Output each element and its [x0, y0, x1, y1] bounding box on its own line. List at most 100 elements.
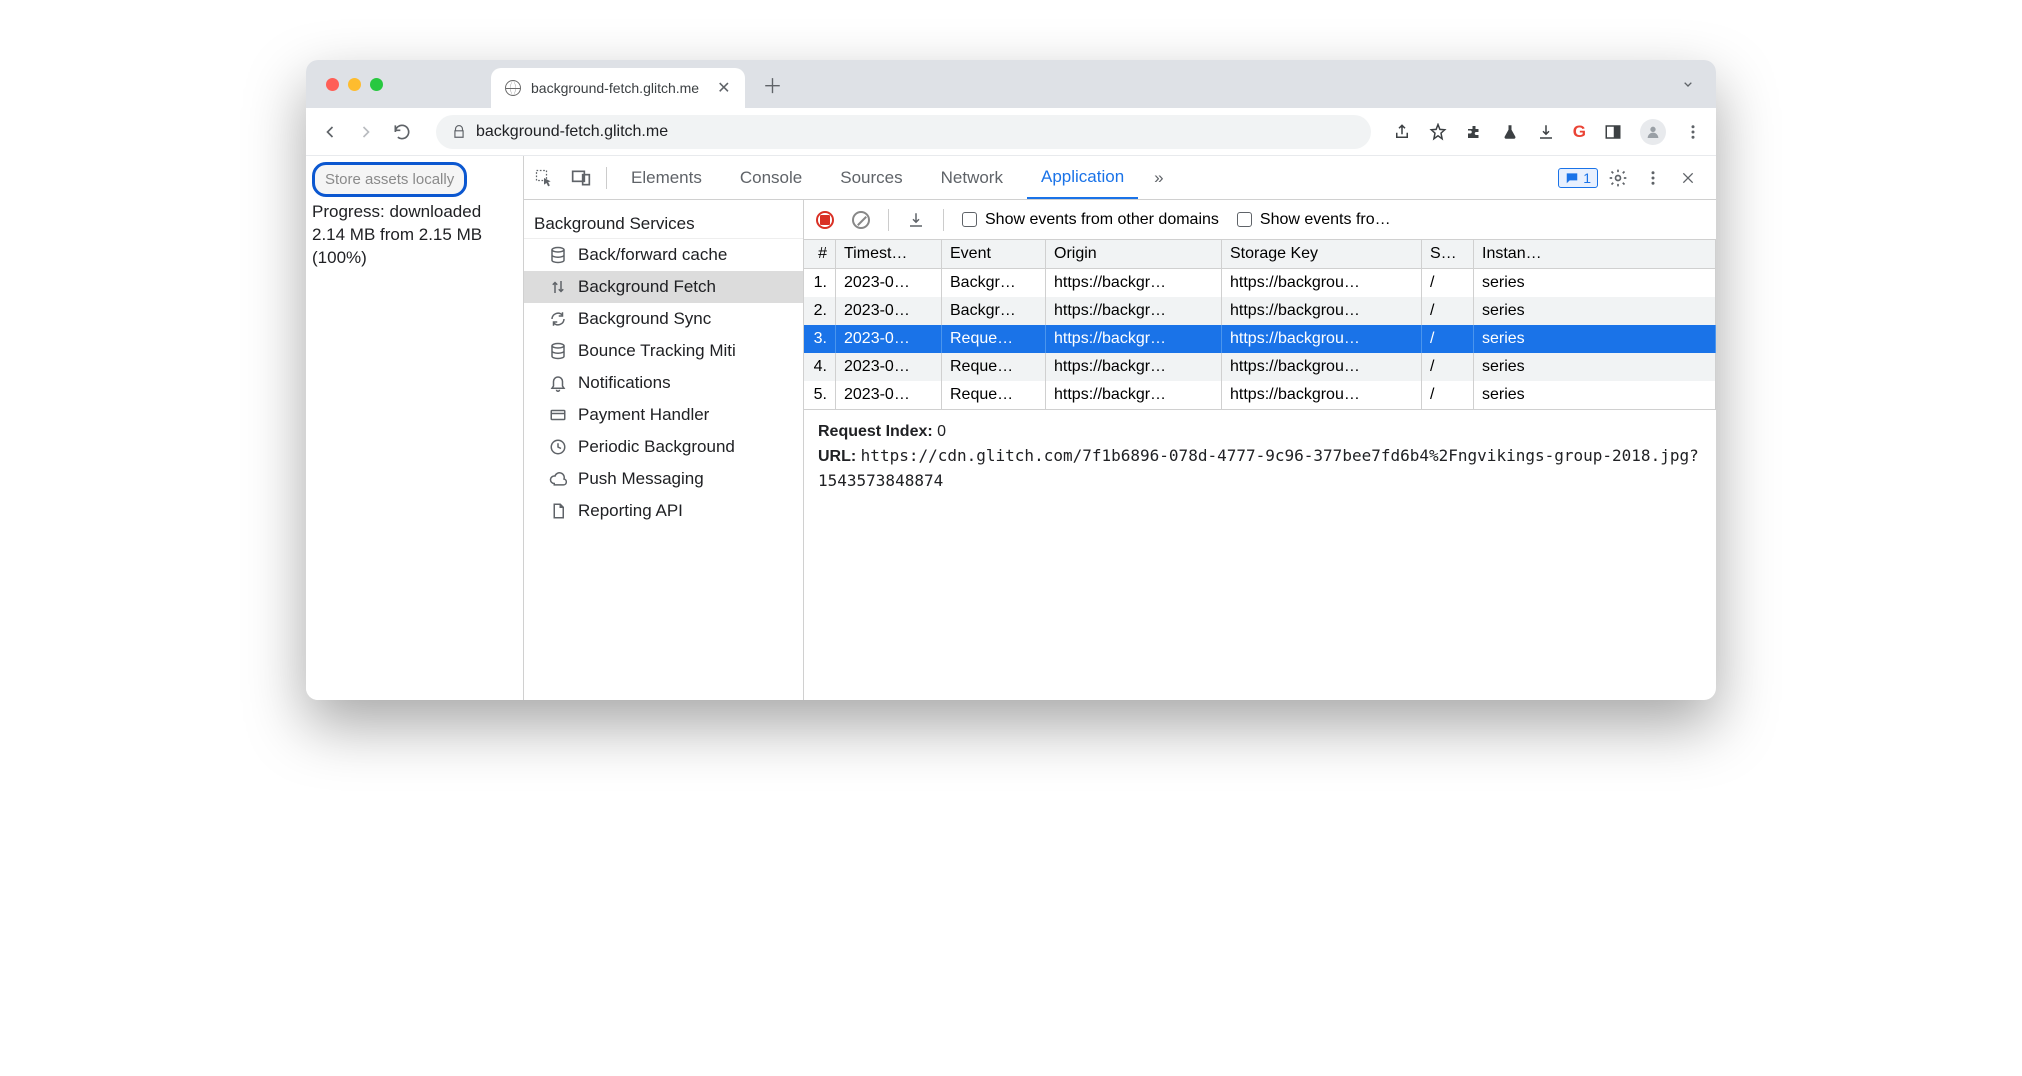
event-detail: Request Index: 0 URL: https://cdn.glitch… [804, 409, 1716, 504]
sidebar-item-bgsync[interactable]: Background Sync [524, 303, 803, 335]
cell: https://backgrou… [1222, 269, 1422, 297]
device-toggle-icon[interactable] [570, 168, 596, 188]
maximize-window-button[interactable] [370, 78, 383, 91]
cell: / [1422, 353, 1474, 381]
cell: https://backgr… [1046, 353, 1222, 381]
back-button[interactable] [320, 122, 342, 142]
cell: / [1422, 325, 1474, 353]
sidebar-item-periodic[interactable]: Periodic Background [524, 431, 803, 463]
detail-label: URL: [818, 448, 856, 465]
devtools-tabs: Elements Console Sources Network Applica… [524, 156, 1716, 200]
profile-avatar[interactable] [1640, 119, 1666, 145]
cell: Backgr… [942, 297, 1046, 325]
labs-icon[interactable] [1501, 123, 1519, 141]
show-other-domains[interactable]: Show events from other domains [962, 211, 1219, 229]
bell-icon [548, 373, 568, 393]
sidebar-item-push[interactable]: Push Messaging [524, 463, 803, 495]
sidebar-item-payment[interactable]: Payment Handler [524, 399, 803, 431]
tab-network[interactable]: Network [927, 156, 1017, 199]
col-num[interactable]: # [804, 240, 836, 268]
cell: Backgr… [942, 269, 1046, 297]
chrome-menu-icon[interactable] [1684, 123, 1702, 141]
minimize-window-button[interactable] [348, 78, 361, 91]
col-timestamp[interactable]: Timest… [836, 240, 942, 268]
downloads-icon[interactable] [1537, 123, 1555, 141]
table-row[interactable]: 3.2023-0…Reque…https://backgr…https://ba… [804, 325, 1716, 353]
cell: https://backgr… [1046, 325, 1222, 353]
globe-icon [505, 80, 521, 96]
toolbar-actions: G [1393, 119, 1702, 145]
cell: Reque… [942, 325, 1046, 353]
tab-sources[interactable]: Sources [826, 156, 916, 199]
sidebar-item-bfcache[interactable]: Back/forward cache [524, 239, 803, 271]
store-assets-button[interactable]: Store assets locally [312, 162, 467, 197]
table-header: # Timest… Event Origin Storage Key S… In… [804, 240, 1716, 269]
kebab-icon[interactable] [1644, 169, 1670, 187]
sidebar-item-reporting[interactable]: Reporting API [524, 495, 803, 527]
address-bar-row: background-fetch.glitch.me G [306, 108, 1716, 156]
cell: / [1422, 297, 1474, 325]
new-tab-button[interactable]: ＋ [763, 70, 783, 99]
side-panel-icon[interactable] [1604, 123, 1622, 141]
sidebar-item-bounce[interactable]: Bounce Tracking Miti [524, 335, 803, 367]
tab-list-button[interactable] [1680, 76, 1696, 92]
detail-value: 0 [937, 423, 946, 440]
cell: https://backgrou… [1222, 325, 1422, 353]
cell: series [1474, 269, 1716, 297]
col-instance[interactable]: Instan… [1474, 240, 1716, 268]
cell: 4. [804, 353, 836, 381]
close-devtools-icon[interactable] [1680, 170, 1706, 186]
sidebar-heading: Background Services [524, 210, 803, 239]
forward-button[interactable] [356, 122, 378, 142]
tab-console[interactable]: Console [726, 156, 816, 199]
reload-button[interactable] [392, 122, 414, 142]
table-row[interactable]: 5.2023-0…Reque…https://backgr…https://ba… [804, 381, 1716, 409]
save-icon[interactable] [907, 211, 925, 229]
close-window-button[interactable] [326, 78, 339, 91]
table-row[interactable]: 2.2023-0…Backgr…https://backgr…https://b… [804, 297, 1716, 325]
col-event[interactable]: Event [942, 240, 1046, 268]
record-button[interactable] [816, 211, 834, 229]
database-icon [548, 341, 568, 361]
url-text: background-fetch.glitch.me [476, 123, 668, 141]
extensions-icon[interactable] [1465, 123, 1483, 141]
settings-icon[interactable] [1608, 168, 1634, 188]
close-tab-icon[interactable]: ✕ [717, 78, 730, 98]
cell: https://backgrou… [1222, 297, 1422, 325]
message-icon [1565, 171, 1579, 185]
detail-label: Request Index: [818, 423, 933, 440]
more-tabs-button[interactable]: » [1148, 168, 1169, 188]
browser-window: background-fetch.glitch.me ✕ ＋ backgroun… [306, 60, 1716, 700]
inspect-icon[interactable] [534, 168, 560, 188]
cell: series [1474, 381, 1716, 409]
cell: https://backgr… [1046, 381, 1222, 409]
events-toolbar: Show events from other domains Show even… [804, 200, 1716, 240]
cell: 3. [804, 325, 836, 353]
table-row[interactable]: 1.2023-0…Backgr…https://backgr…https://b… [804, 269, 1716, 297]
tab-application[interactable]: Application [1027, 156, 1138, 199]
share-icon[interactable] [1393, 123, 1411, 141]
bookmark-icon[interactable] [1429, 123, 1447, 141]
sidebar-item-bgfetch[interactable]: Background Fetch [524, 271, 803, 303]
issues-chip[interactable]: 1 [1558, 168, 1598, 188]
tab-title: background-fetch.glitch.me [531, 80, 699, 96]
col-sw[interactable]: S… [1422, 240, 1474, 268]
cell: Reque… [942, 353, 1046, 381]
table-row[interactable]: 4.2023-0…Reque…https://backgr…https://ba… [804, 353, 1716, 381]
browser-tab[interactable]: background-fetch.glitch.me ✕ [491, 68, 745, 108]
show-events-2[interactable]: Show events fro… [1237, 211, 1391, 229]
application-sidebar: Background Services Back/forward cache B… [524, 200, 804, 700]
sidebar-item-notifications[interactable]: Notifications [524, 367, 803, 399]
cell: 2023-0… [836, 325, 942, 353]
google-icon[interactable]: G [1573, 122, 1586, 142]
checkbox-icon [1237, 212, 1252, 227]
tab-elements[interactable]: Elements [617, 156, 716, 199]
cell: / [1422, 381, 1474, 409]
cell: 2023-0… [836, 381, 942, 409]
address-bar[interactable]: background-fetch.glitch.me [436, 115, 1371, 149]
clear-button[interactable] [852, 211, 870, 229]
col-origin[interactable]: Origin [1046, 240, 1222, 268]
col-storage-key[interactable]: Storage Key [1222, 240, 1422, 268]
chevron-down-icon [1680, 76, 1696, 92]
page-content: Store assets locally Progress: downloade… [306, 156, 524, 700]
